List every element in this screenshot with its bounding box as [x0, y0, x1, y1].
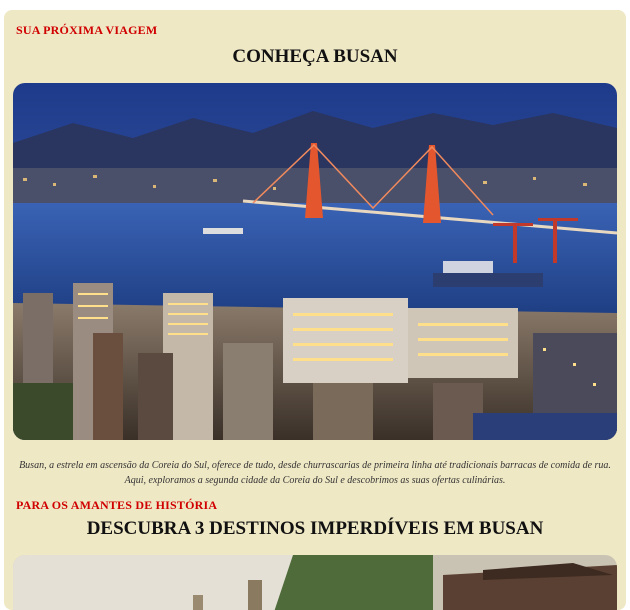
section-title: CONHEÇA BUSAN: [232, 46, 398, 67]
busan-temple-image: [13, 555, 617, 610]
temple-illustration: [13, 555, 617, 610]
busan-harbor-illustration: [13, 83, 617, 440]
image-caption: Busan, a estrela em ascensão da Coreia d…: [14, 458, 616, 488]
caption-line-1: Busan, a estrela em ascensão da Coreia d…: [19, 460, 611, 471]
article-card: SUA PRÓXIMA VIAGEM CONHEÇA BUSAN Busan, …: [4, 10, 626, 610]
caption-line-2: Aqui, exploramos a segunda cidade da Cor…: [124, 475, 506, 486]
section-kicker-2: PARA OS AMANTES DE HISTÓRIA: [16, 498, 218, 512]
section-kicker: SUA PRÓXIMA VIAGEM: [16, 23, 158, 37]
section-title-2: DESCUBRA 3 DESTINOS IMPERDÍVEIS EM BUSAN: [86, 518, 544, 539]
busan-harbor-image: [13, 83, 617, 440]
